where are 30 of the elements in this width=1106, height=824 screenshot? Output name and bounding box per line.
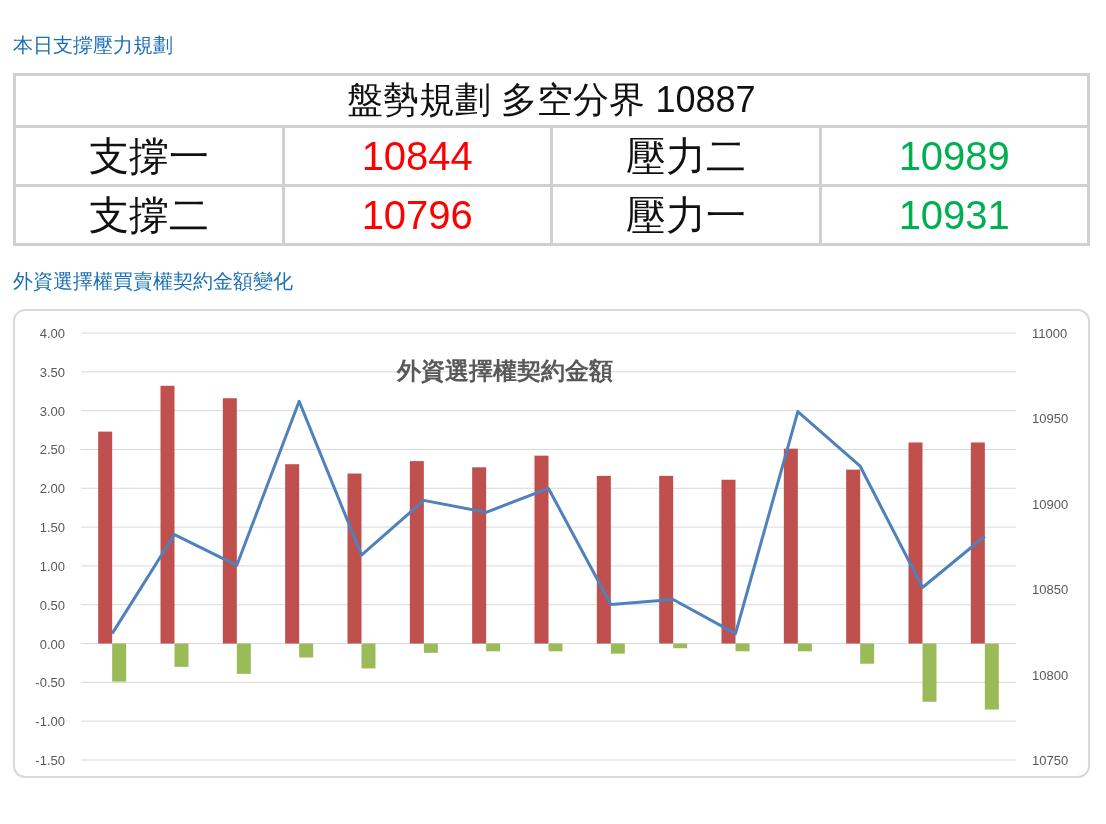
axis-label: 10850 <box>1032 582 1069 598</box>
axis-label: 11000 <box>1032 326 1068 341</box>
table-cell: 支撐二 <box>14 185 283 245</box>
section-heading: 本日支撐壓力規劃 <box>13 33 173 58</box>
table-title: 盤勢規劃 多空分界 10887 <box>14 74 1089 127</box>
table-cell: 壓力二 <box>551 126 820 186</box>
axis-label: 4.00 <box>39 326 65 341</box>
axis-label: -1.50 <box>35 753 65 768</box>
axis-label: 0.00 <box>39 636 65 652</box>
table-cell: 10931 <box>820 185 1089 245</box>
axis-label: 10750 <box>1032 753 1069 768</box>
axis-label: 10900 <box>1032 496 1069 512</box>
axis-label: 3.50 <box>39 364 65 380</box>
table-cell: 支撐一 <box>14 126 283 186</box>
axis-label: 1.50 <box>39 520 65 536</box>
axis-label: -0.50 <box>35 675 65 691</box>
axis-label: 10800 <box>1032 667 1069 683</box>
section-heading: 外資選擇權買賣權契約金額變化 <box>13 269 293 294</box>
axis-label: 2.00 <box>39 481 65 497</box>
chart-title: 外資選擇權契約金額 <box>397 357 613 384</box>
axis-label: 3.00 <box>39 403 65 419</box>
axis-label: 2.50 <box>39 442 65 458</box>
table-cell: 10989 <box>820 126 1089 186</box>
table-cell: 10844 <box>283 126 552 186</box>
table-cell: 10796 <box>283 185 552 245</box>
axis-label: 1.00 <box>39 558 65 574</box>
axis-label: 10950 <box>1032 411 1069 427</box>
axis-label: -1.00 <box>35 714 65 730</box>
axis-label: 0.50 <box>39 597 65 613</box>
table-cell: 壓力一 <box>551 185 820 245</box>
